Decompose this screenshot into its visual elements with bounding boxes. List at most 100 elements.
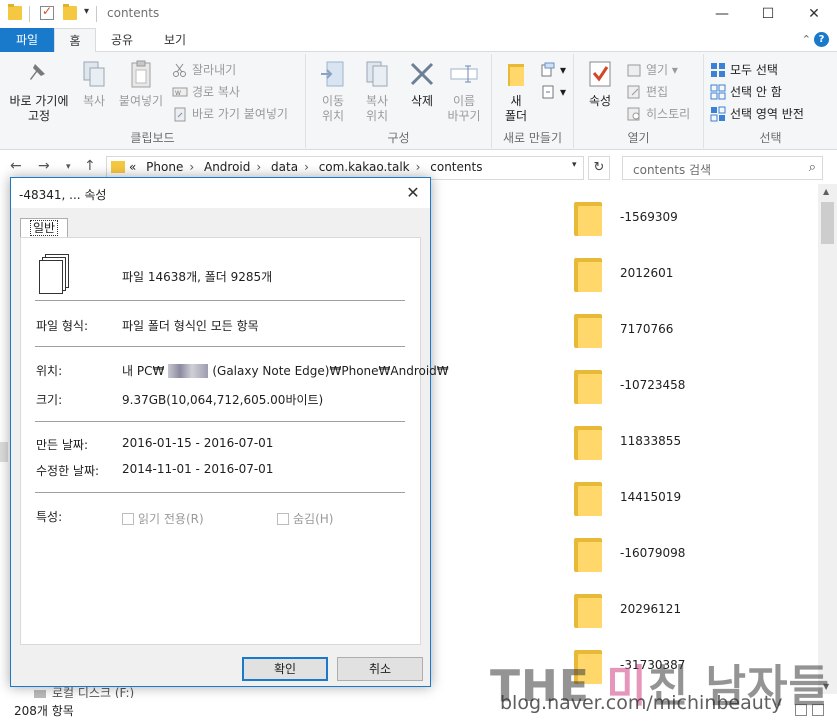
type-label: 파일 형식: [36, 319, 89, 333]
checkbox-box [122, 512, 134, 525]
file-name: 14415019 [620, 490, 682, 504]
delete-button[interactable]: 삭제 [402, 58, 442, 109]
list-item[interactable]: 2012601 [430, 246, 820, 302]
folder-icon [574, 314, 602, 348]
close-window-button[interactable]: ✕ [791, 0, 837, 28]
select-all-button[interactable]: 모두 선택 [710, 60, 778, 80]
customize-quick-access-icon[interactable]: ▾ [84, 6, 89, 17]
new-folder-button[interactable]: 새 폴더 [498, 58, 534, 124]
location-label: 위치: [36, 364, 63, 378]
address-dropdown-icon[interactable]: ▾ [572, 160, 577, 170]
file-name: -1569309 [620, 210, 678, 224]
pin-quick-access-button[interactable]: 바로 가기에 고정 [4, 58, 74, 124]
attributes-label: 특성: [36, 510, 63, 524]
recent-locations-icon[interactable]: ▾ [66, 162, 71, 172]
minimize-button[interactable]: — [699, 0, 745, 28]
invert-selection-button[interactable]: 선택 영역 반전 [710, 104, 804, 124]
readonly-checkbox[interactable]: 읽기 전용(R) [122, 510, 204, 527]
ok-button[interactable]: 확인 [242, 657, 328, 681]
breadcrumb-kakao[interactable]: com.kakao.talk [319, 160, 410, 174]
list-item[interactable]: 11833855 [430, 414, 820, 470]
location-value: 내 PC₩ (Galaxy Note Edge)₩Phone₩Android₩ [122, 363, 449, 378]
breadcrumb-android[interactable]: Android [204, 160, 250, 174]
tab-home[interactable]: 홈 [54, 28, 96, 53]
tab-general[interactable]: 일반 [20, 218, 68, 238]
select-none-icon [710, 84, 726, 100]
tab-view[interactable]: 보기 [152, 28, 198, 52]
rename-label: 이름 바꾸기 [447, 94, 481, 123]
watermark-url: blog.naver.com/michinbeauty [500, 692, 783, 714]
list-item[interactable]: -16079098 [430, 526, 820, 582]
help-icon[interactable]: ? [814, 32, 829, 47]
breadcrumb: « Phone › Android › data › com.kakao.talk › … [129, 160, 483, 174]
list-item[interactable]: 20296121 [430, 582, 820, 638]
minimize-ribbon-icon[interactable]: ⌃ [802, 33, 811, 46]
cut-button[interactable]: 잘라내기 [172, 60, 236, 80]
history-button[interactable]: 히스토리 [626, 104, 690, 124]
divider [35, 300, 405, 301]
copy-button[interactable]: 복사 [76, 58, 112, 109]
search-icon: ⌕ [808, 160, 816, 175]
paste-shortcut-label: 바로 가기 붙여넣기 [192, 107, 288, 121]
maximize-button[interactable]: ☐ [745, 0, 791, 28]
checkbox-box [277, 512, 289, 525]
paste-button[interactable]: 붙여넣기 [114, 58, 168, 109]
scroll-thumb[interactable] [821, 202, 834, 244]
paste-shortcut-button[interactable]: 바로 가기 붙여넣기 [172, 104, 288, 124]
back-arrow-icon[interactable]: ← [10, 158, 22, 174]
modified-label: 수정한 날짜: [36, 464, 100, 478]
properties-quick-icon[interactable] [40, 4, 54, 20]
copy-label: 복사 [82, 94, 106, 108]
breadcrumb-overflow[interactable]: « [129, 160, 136, 174]
clipboard-group-label: 클립보드 [130, 131, 175, 145]
new-folder-quick-icon[interactable] [63, 4, 77, 20]
organize-group-label: 구성 [387, 131, 410, 145]
properties-button[interactable]: 속성 [582, 58, 618, 109]
tab-file[interactable]: 파일 [0, 28, 54, 52]
copy-path-button[interactable]: W 경로 복사 [172, 82, 240, 102]
open-group: 속성 열기 ▾ 편집 히스토리 열기 [574, 54, 704, 148]
ribbon: 바로 가기에 고정 복사 붙여넣기 잘라내기 W 경로 복사 바로 가기 붙여넣기… [0, 52, 837, 150]
list-item[interactable]: -1569309 [430, 190, 820, 246]
breadcrumb-phone[interactable]: Phone [146, 160, 183, 174]
divider [35, 421, 405, 422]
copy-to-icon [361, 58, 393, 90]
cancel-button[interactable]: 취소 [337, 657, 423, 681]
forward-arrow-icon[interactable]: → [38, 158, 50, 174]
tab-share[interactable]: 공유 [100, 28, 144, 52]
refresh-icon[interactable]: ↻ [588, 156, 610, 180]
breadcrumb-data[interactable]: data [271, 160, 298, 174]
properties-label: 속성 [588, 94, 612, 108]
scroll-up-icon[interactable]: ▲ [823, 187, 829, 196]
open-button[interactable]: 열기 ▾ [626, 60, 678, 80]
open-label: 열기 [646, 63, 669, 77]
easy-access-icon[interactable]: ▾ [540, 82, 566, 102]
pin-icon [23, 58, 55, 90]
edit-button[interactable]: 편집 [626, 82, 668, 102]
move-to-label: 이동 위치 [321, 94, 345, 123]
list-item[interactable]: -10723458 [430, 358, 820, 414]
up-arrow-icon[interactable]: ↑ [84, 158, 96, 174]
open-icon [626, 62, 642, 78]
divider [35, 346, 405, 347]
breadcrumb-contents[interactable]: contents [430, 160, 482, 174]
copy-path-label: 경로 복사 [192, 85, 240, 99]
copy-to-button[interactable]: 복사 위치 [356, 58, 398, 124]
type-value: 파일 폴더 형식인 모든 항목 [122, 319, 259, 333]
select-none-button[interactable]: 선택 안 함 [710, 82, 782, 102]
search-input[interactable]: contents 검색 ⌕ [622, 156, 823, 180]
dialog-close-icon[interactable]: ✕ [400, 180, 426, 206]
window-title: contents [107, 6, 160, 20]
modified-value: 2014-11-01 - 2016-07-01 [122, 462, 274, 476]
rename-button[interactable]: 이름 바꾸기 [442, 58, 486, 124]
vertical-scrollbar[interactable]: ▲ ▼ [818, 184, 837, 694]
list-item[interactable]: 14415019 [430, 470, 820, 526]
search-placeholder: contents 검색 [633, 163, 712, 177]
open-group-label: 열기 [627, 131, 650, 145]
delete-label: 삭제 [410, 94, 434, 108]
move-to-button[interactable]: 이동 위치 [312, 58, 354, 124]
list-item[interactable]: 7170766 [430, 302, 820, 358]
file-summary: 파일 14638개, 폴더 9285개 [122, 270, 273, 284]
hidden-checkbox[interactable]: 숨김(H) [277, 510, 333, 527]
new-item-icon[interactable]: ▾ [540, 60, 566, 80]
